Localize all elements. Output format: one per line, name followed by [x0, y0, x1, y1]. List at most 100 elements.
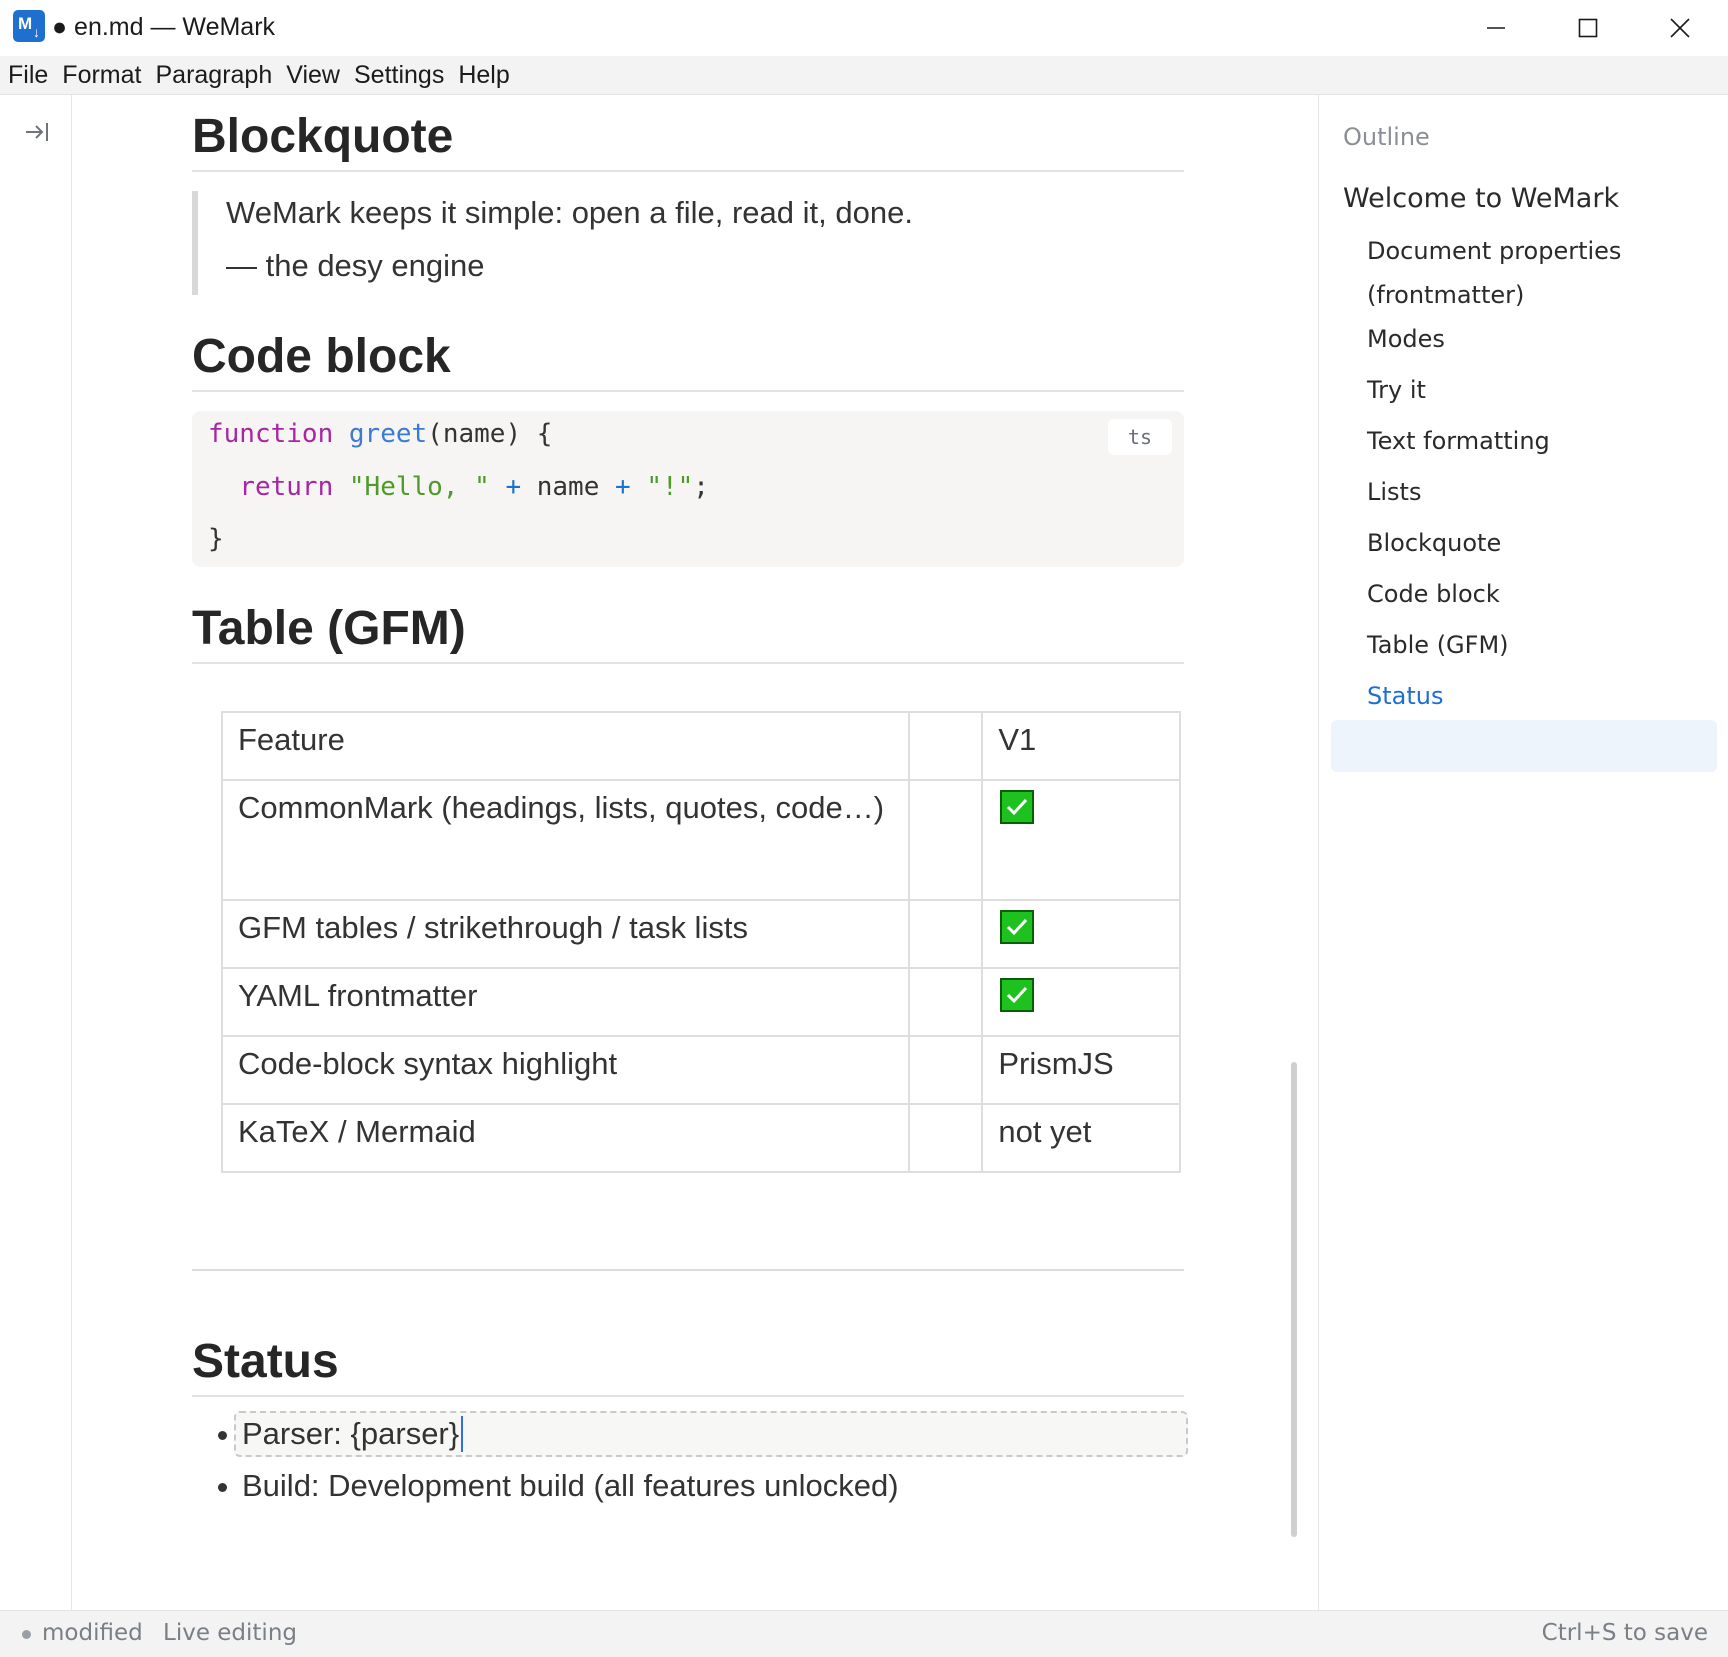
blockquote[interactable]: WeMark keeps it simple: open a file, rea…	[192, 191, 1190, 295]
table-header-cell[interactable]: Feature	[221, 711, 910, 781]
outline-item-text-formatting[interactable]: Text formatting	[1367, 419, 1707, 463]
code-line: function greet(name) {	[208, 419, 552, 449]
horizontal-rule	[192, 1269, 1184, 1271]
outline-panel: Outline Welcome to WeMark Document prope…	[1318, 95, 1728, 1610]
text-cursor	[461, 1415, 464, 1452]
feature-table[interactable]: Feature V1 CommonMark (headings, lists, …	[221, 711, 1181, 1173]
code-token: +	[615, 472, 631, 502]
title-bar: M ↓ ● en.md — WeMark	[0, 0, 1728, 56]
maximize-button[interactable]	[1542, 0, 1634, 56]
code-token: (name) {	[427, 419, 553, 449]
editing-mode-indicator[interactable]: Live editing	[163, 1620, 297, 1646]
window-title: ● en.md — WeMark	[52, 13, 276, 41]
table-header-cell[interactable]	[907, 711, 984, 781]
code-token: return	[239, 472, 334, 502]
table-row: GFM tables / strikethrough / task lists	[221, 899, 1181, 969]
table-cell[interactable]	[907, 967, 984, 1037]
code-token: +	[505, 472, 522, 502]
modified-indicator: modified	[42, 1620, 143, 1646]
menu-paragraph[interactable]: Paragraph	[148, 56, 279, 94]
vertical-scrollbar[interactable]	[1291, 1062, 1297, 1537]
heading-table[interactable]: Table (GFM)	[192, 601, 1184, 664]
menu-file[interactable]: File	[0, 56, 55, 94]
list-item-build[interactable]: Build: Development build (all features u…	[192, 1465, 1184, 1511]
outline-item-modes[interactable]: Modes	[1367, 317, 1707, 361]
table-cell[interactable]: CommonMark (headings, lists, quotes, cod…	[221, 779, 910, 901]
minimize-button[interactable]	[1450, 0, 1542, 56]
table-cell[interactable]	[907, 1035, 984, 1105]
code-language-badge[interactable]: ts	[1108, 419, 1172, 455]
outline-item-try-it[interactable]: Try it	[1367, 368, 1707, 412]
close-icon	[1670, 18, 1690, 38]
table-cell[interactable]: not yet	[981, 1103, 1181, 1173]
sidebar-toggle-button[interactable]	[20, 115, 54, 149]
blockquote-line: — the desy engine	[226, 248, 485, 283]
table-cell[interactable]: YAML frontmatter	[221, 967, 910, 1037]
status-bar: modified Live editing Ctrl+S to save	[0, 1610, 1728, 1657]
table-row: CommonMark (headings, lists, quotes, cod…	[221, 779, 1181, 901]
outline-item-lists[interactable]: Lists	[1367, 470, 1707, 514]
bullet-icon	[218, 1431, 227, 1440]
outline-active-highlight	[1331, 720, 1717, 772]
table-cell[interactable]	[981, 779, 1181, 901]
check-mark-icon	[1000, 909, 1035, 944]
menu-settings[interactable]: Settings	[347, 56, 451, 94]
code-line: return "Hello, " + name + "!";	[208, 472, 709, 502]
outline-item-code-block[interactable]: Code block	[1367, 572, 1707, 616]
outline-item-blockquote[interactable]: Blockquote	[1367, 521, 1707, 565]
code-line: }	[208, 524, 224, 554]
menu-format[interactable]: Format	[55, 56, 148, 94]
menu-help[interactable]: Help	[451, 56, 516, 94]
table-header-cell[interactable]: V1	[981, 711, 1181, 781]
save-hint: Ctrl+S to save	[1541, 1620, 1708, 1646]
code-token: function	[208, 419, 334, 449]
table-cell[interactable]	[981, 967, 1181, 1037]
heading-status[interactable]: Status	[192, 1334, 1184, 1397]
bullet-icon	[218, 1483, 227, 1492]
table-cell[interactable]	[907, 899, 984, 969]
left-rail	[0, 95, 72, 1610]
code-token: "!"	[646, 472, 694, 502]
outline-item-table[interactable]: Table (GFM)	[1367, 623, 1707, 667]
table-cell[interactable]: GFM tables / strikethrough / task lists	[221, 899, 910, 969]
blockquote-line: WeMark keeps it simple: open a file, rea…	[226, 195, 913, 230]
heading-code-block[interactable]: Code block	[192, 329, 1184, 392]
table-cell[interactable]: PrismJS	[981, 1035, 1181, 1105]
menu-view[interactable]: View	[279, 56, 347, 94]
table-row: KaTeX / Mermaid not yet	[221, 1103, 1181, 1173]
table-cell[interactable]: KaTeX / Mermaid	[221, 1103, 910, 1173]
menu-bar: File Format Paragraph View Settings Help	[0, 56, 1728, 95]
code-token: }	[208, 524, 224, 554]
list-item-text[interactable]: Build: Development build (all features u…	[242, 1468, 899, 1504]
table-header-row: Feature V1	[221, 711, 1181, 781]
list-item-parser[interactable]: Parser: {parser}	[192, 1411, 1188, 1459]
outline-title: Outline	[1343, 123, 1430, 151]
heading-blockquote[interactable]: Blockquote	[192, 109, 1184, 172]
editor-pane[interactable]: Blockquote WeMark keeps it simple: open …	[72, 95, 1318, 1610]
table-cell[interactable]	[907, 1103, 984, 1173]
list-item-text[interactable]: Parser: {parser}	[242, 1415, 464, 1452]
minimize-icon	[1487, 27, 1505, 29]
maximize-icon	[1578, 18, 1598, 38]
code-token: "Hello, "	[348, 472, 490, 502]
table-row: YAML frontmatter	[221, 967, 1181, 1037]
table-cell[interactable]	[907, 779, 984, 901]
code-token: name	[521, 472, 616, 502]
table-cell[interactable]: Code-block syntax highlight	[221, 1035, 910, 1105]
collapse-sidebar-icon	[26, 123, 48, 141]
outline-item-status[interactable]: Status	[1367, 674, 1707, 718]
code-token: ;	[693, 472, 709, 502]
outline-item-welcome[interactable]: Welcome to WeMark	[1343, 177, 1619, 221]
close-button[interactable]	[1634, 0, 1726, 56]
outline-item-document-properties[interactable]: Document properties (frontmatter)	[1367, 229, 1707, 317]
table-row: Code-block syntax highlight PrismJS	[221, 1035, 1181, 1105]
code-block[interactable]: function greet(name) { return "Hello, " …	[192, 411, 1184, 567]
table-cell[interactable]	[981, 899, 1181, 969]
check-mark-icon	[1000, 789, 1035, 824]
markdown-app-icon: M ↓	[13, 10, 45, 42]
